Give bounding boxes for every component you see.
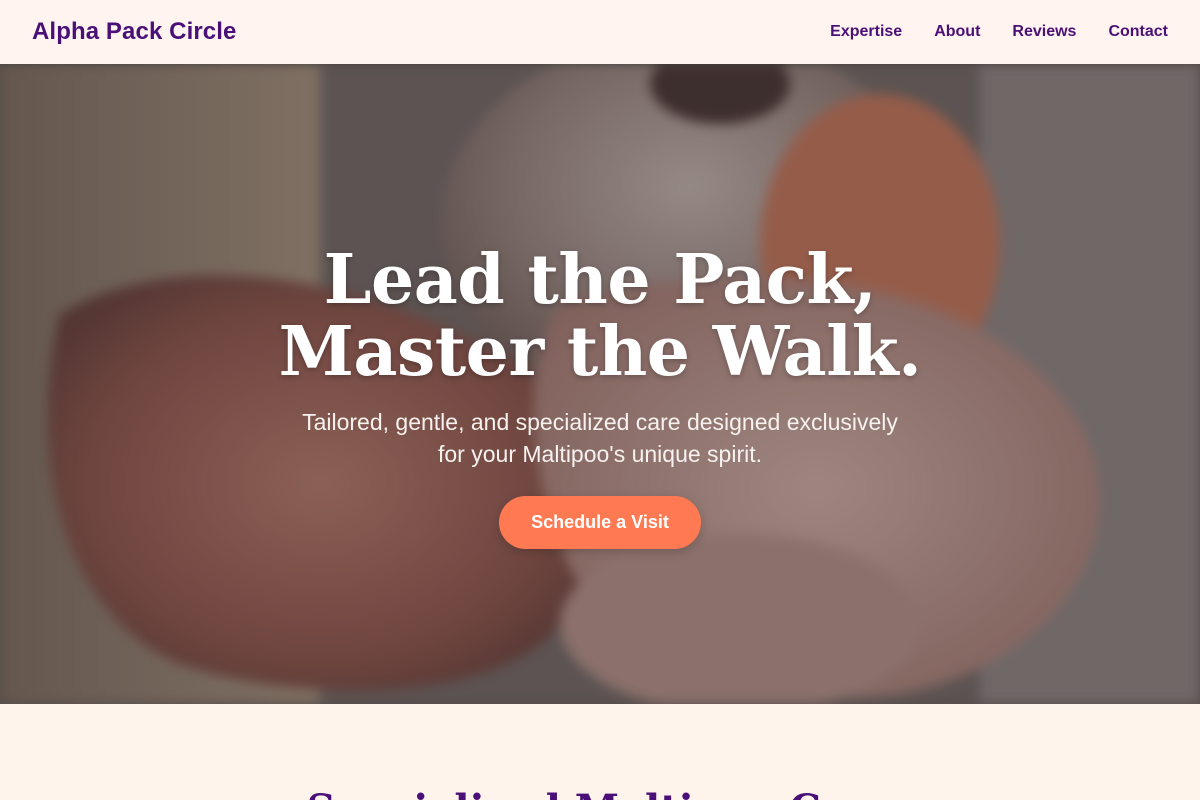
specialized-care-section: Specialized Maltipoo Care [0, 704, 1200, 800]
hero-headline: Lead the Pack, Master the Walk. [0, 244, 1200, 388]
hero-headline-line-2: Master the Walk. [278, 312, 922, 392]
nav-link-reviews[interactable]: Reviews [1012, 23, 1076, 41]
brand-logo-link[interactable]: Alpha Pack Circle [32, 18, 236, 46]
hero-headline-line-1: Lead the Pack, [323, 240, 877, 320]
section-heading: Specialized Maltipoo Care [0, 786, 1200, 800]
nav-link-expertise[interactable]: Expertise [830, 23, 902, 41]
hero-section: Lead the Pack, Master the Walk. Tailored… [0, 64, 1200, 704]
hero-subtitle-line-1: Tailored, gentle, and specialized care d… [302, 409, 898, 435]
hero-subtitle: Tailored, gentle, and specialized care d… [250, 406, 950, 470]
hero-subtitle-line-2: for your Maltipoo's unique spirit. [438, 441, 762, 467]
schedule-visit-button[interactable]: Schedule a Visit [499, 496, 701, 549]
nav-link-contact[interactable]: Contact [1108, 23, 1168, 41]
nav-link-about[interactable]: About [934, 23, 980, 41]
hero-content: Lead the Pack, Master the Walk. Tailored… [0, 244, 1200, 549]
site-header: Alpha Pack Circle Expertise About Review… [0, 0, 1200, 64]
main-nav: Expertise About Reviews Contact [830, 23, 1168, 41]
